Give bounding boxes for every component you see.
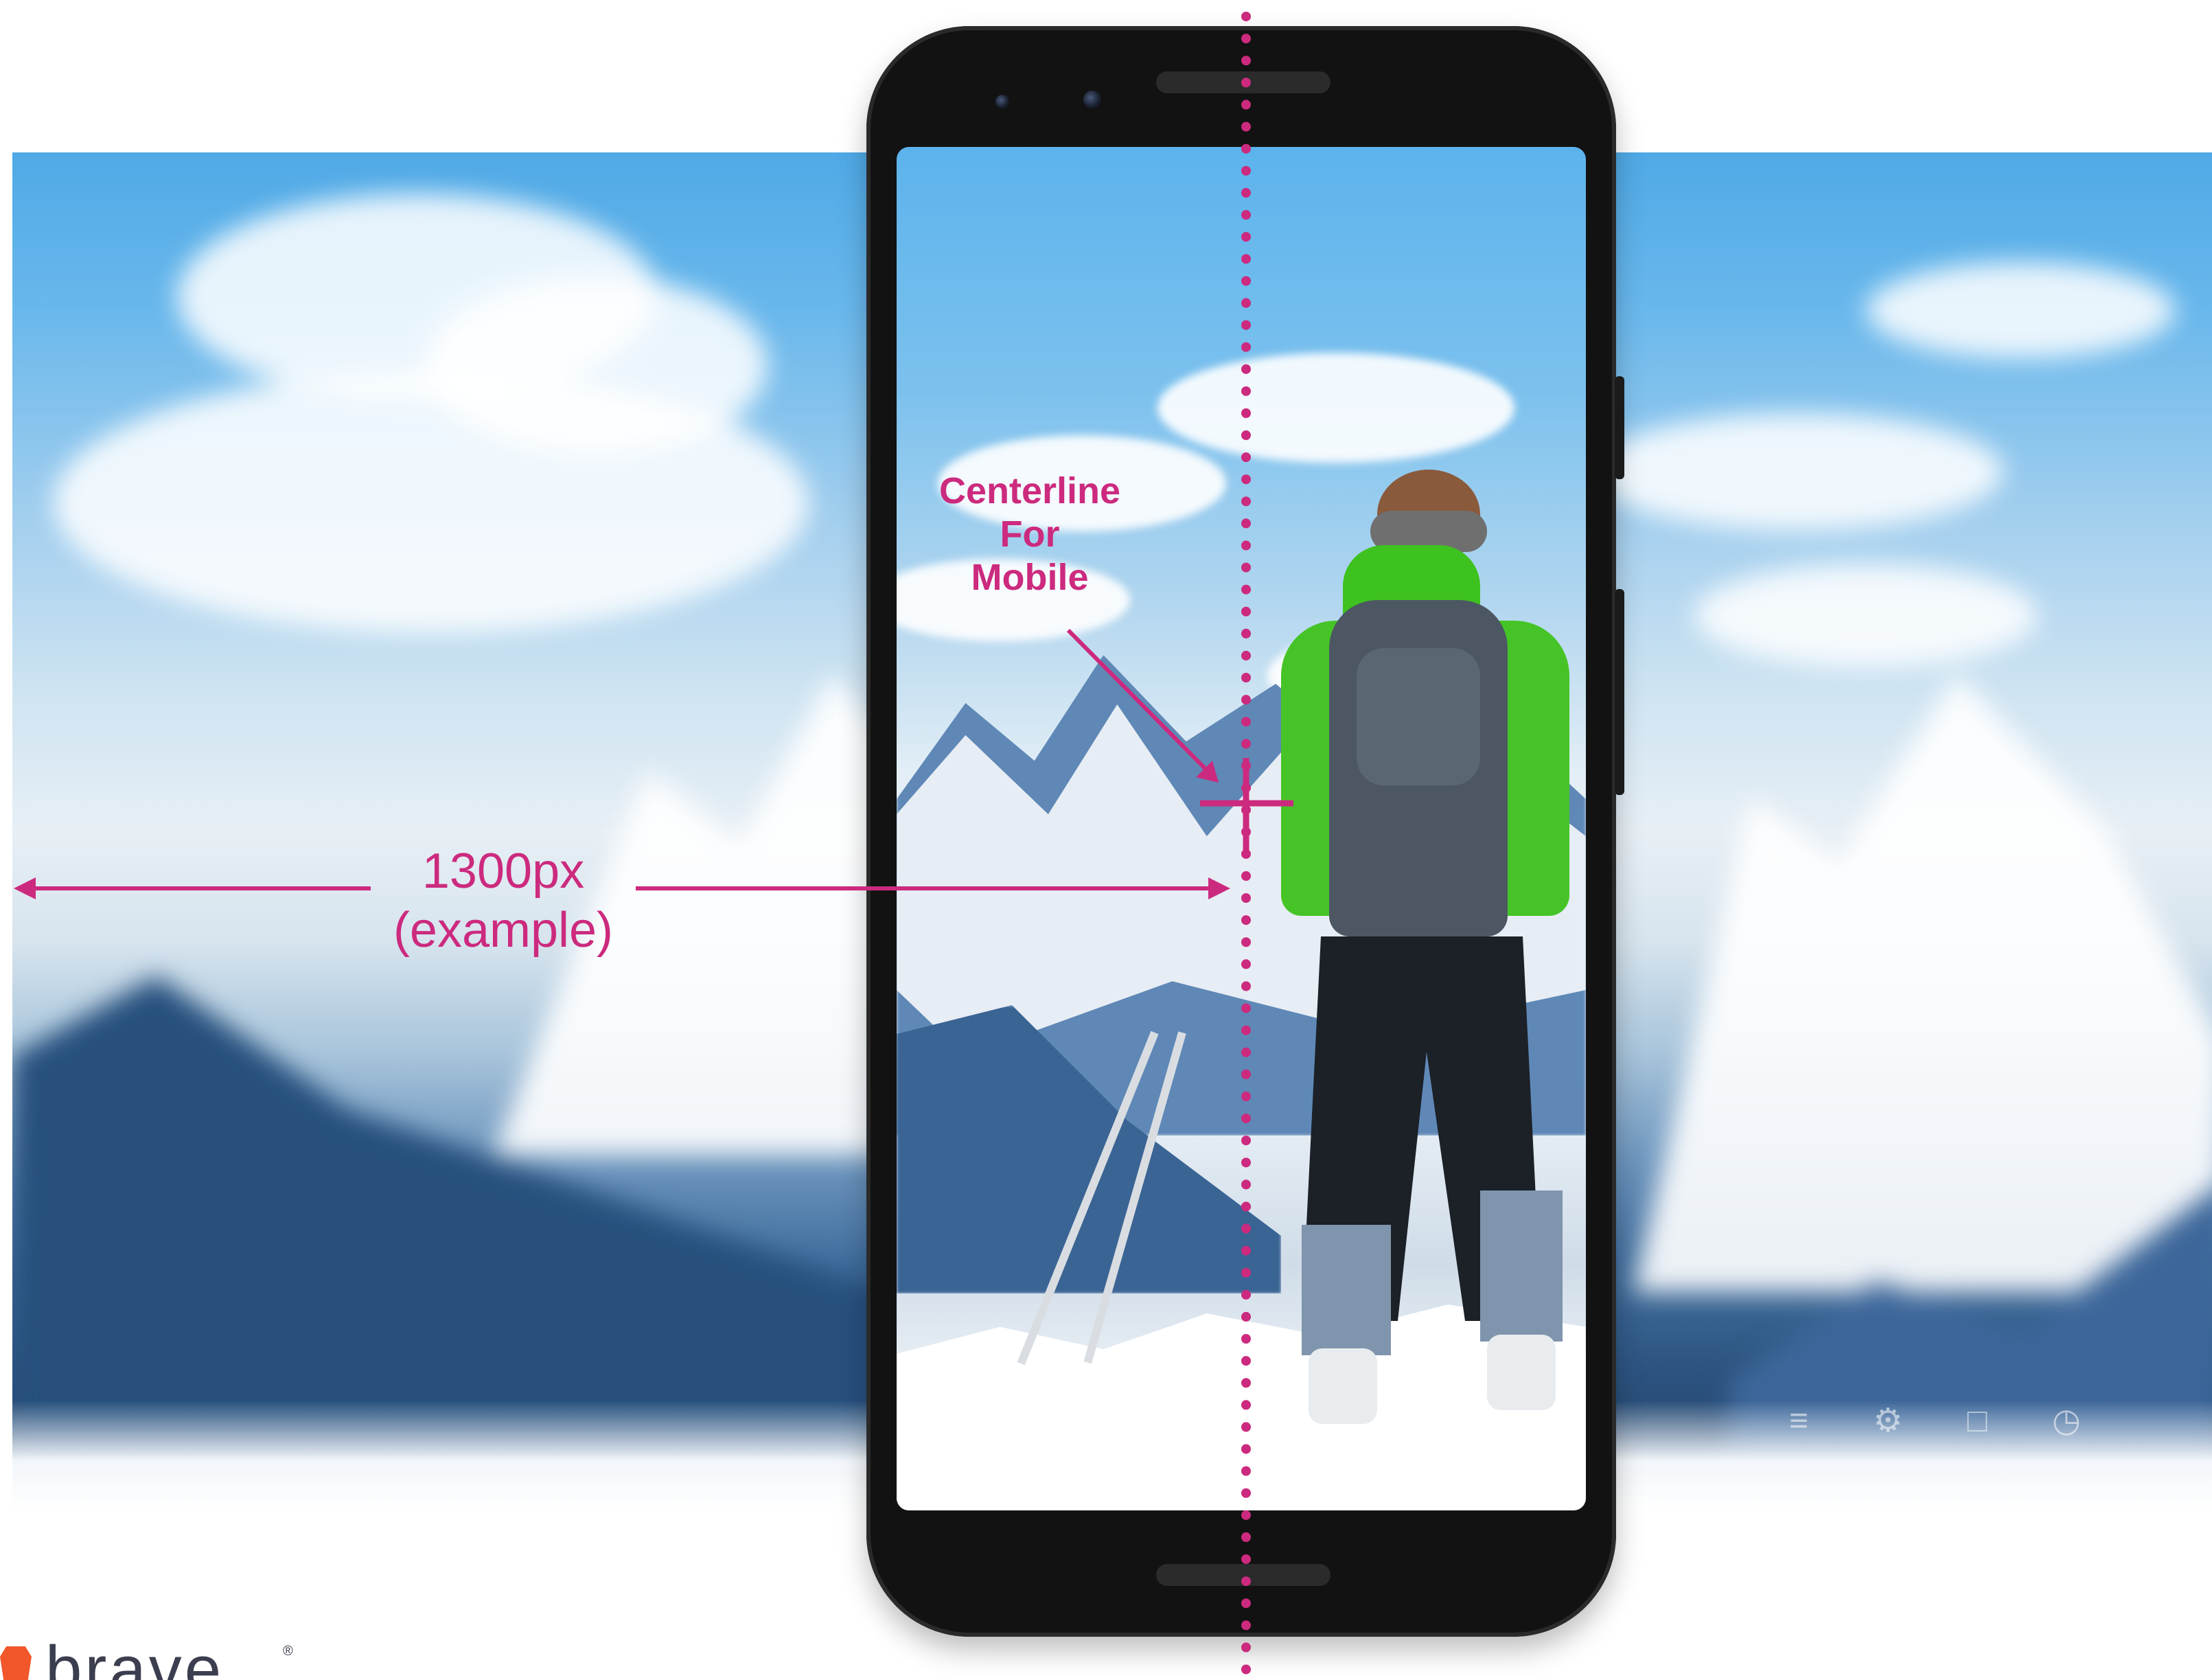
width-label: 1300px (example) (369, 842, 637, 960)
phone-screen (897, 147, 1586, 1510)
centerline-label-line-1: Centerline (938, 470, 1121, 511)
centerline-label-line-3: Mobile (971, 557, 1089, 598)
width-label-value: 1300px (422, 844, 585, 899)
sliders-icon: ≡ (1788, 1403, 1808, 1439)
hiker-figure (1017, 470, 1569, 1479)
centerline-label: Centerline For Mobile (920, 470, 1140, 599)
clock-icon: ◷ (2052, 1403, 2081, 1439)
width-label-note: (example) (393, 903, 614, 958)
top-speaker (1156, 71, 1330, 93)
bottom-speaker (1156, 1564, 1330, 1586)
front-camera-icon (1083, 91, 1101, 108)
power-button (1615, 376, 1624, 479)
faint-toolbar: ≡ ⚙ □ ◷ (1778, 1401, 2087, 1449)
brand-wordmark: brave (45, 1641, 224, 1680)
canvas: ≡ ⚙ □ ◷ Centerline For Mobile 1300px (ex… (0, 0, 2212, 1680)
gear-icon: ⚙ (1873, 1403, 1903, 1439)
registered-mark: ® (283, 1644, 293, 1659)
lion-logo-icon (0, 1646, 32, 1680)
centerline-label-line-2: For (1000, 514, 1060, 555)
bookmark-icon: □ (1967, 1403, 1988, 1439)
sensor-dot (995, 95, 1009, 108)
brand-logo: brave ® (0, 1641, 316, 1680)
phone-mockup (866, 26, 1624, 1637)
volume-button (1615, 589, 1624, 795)
